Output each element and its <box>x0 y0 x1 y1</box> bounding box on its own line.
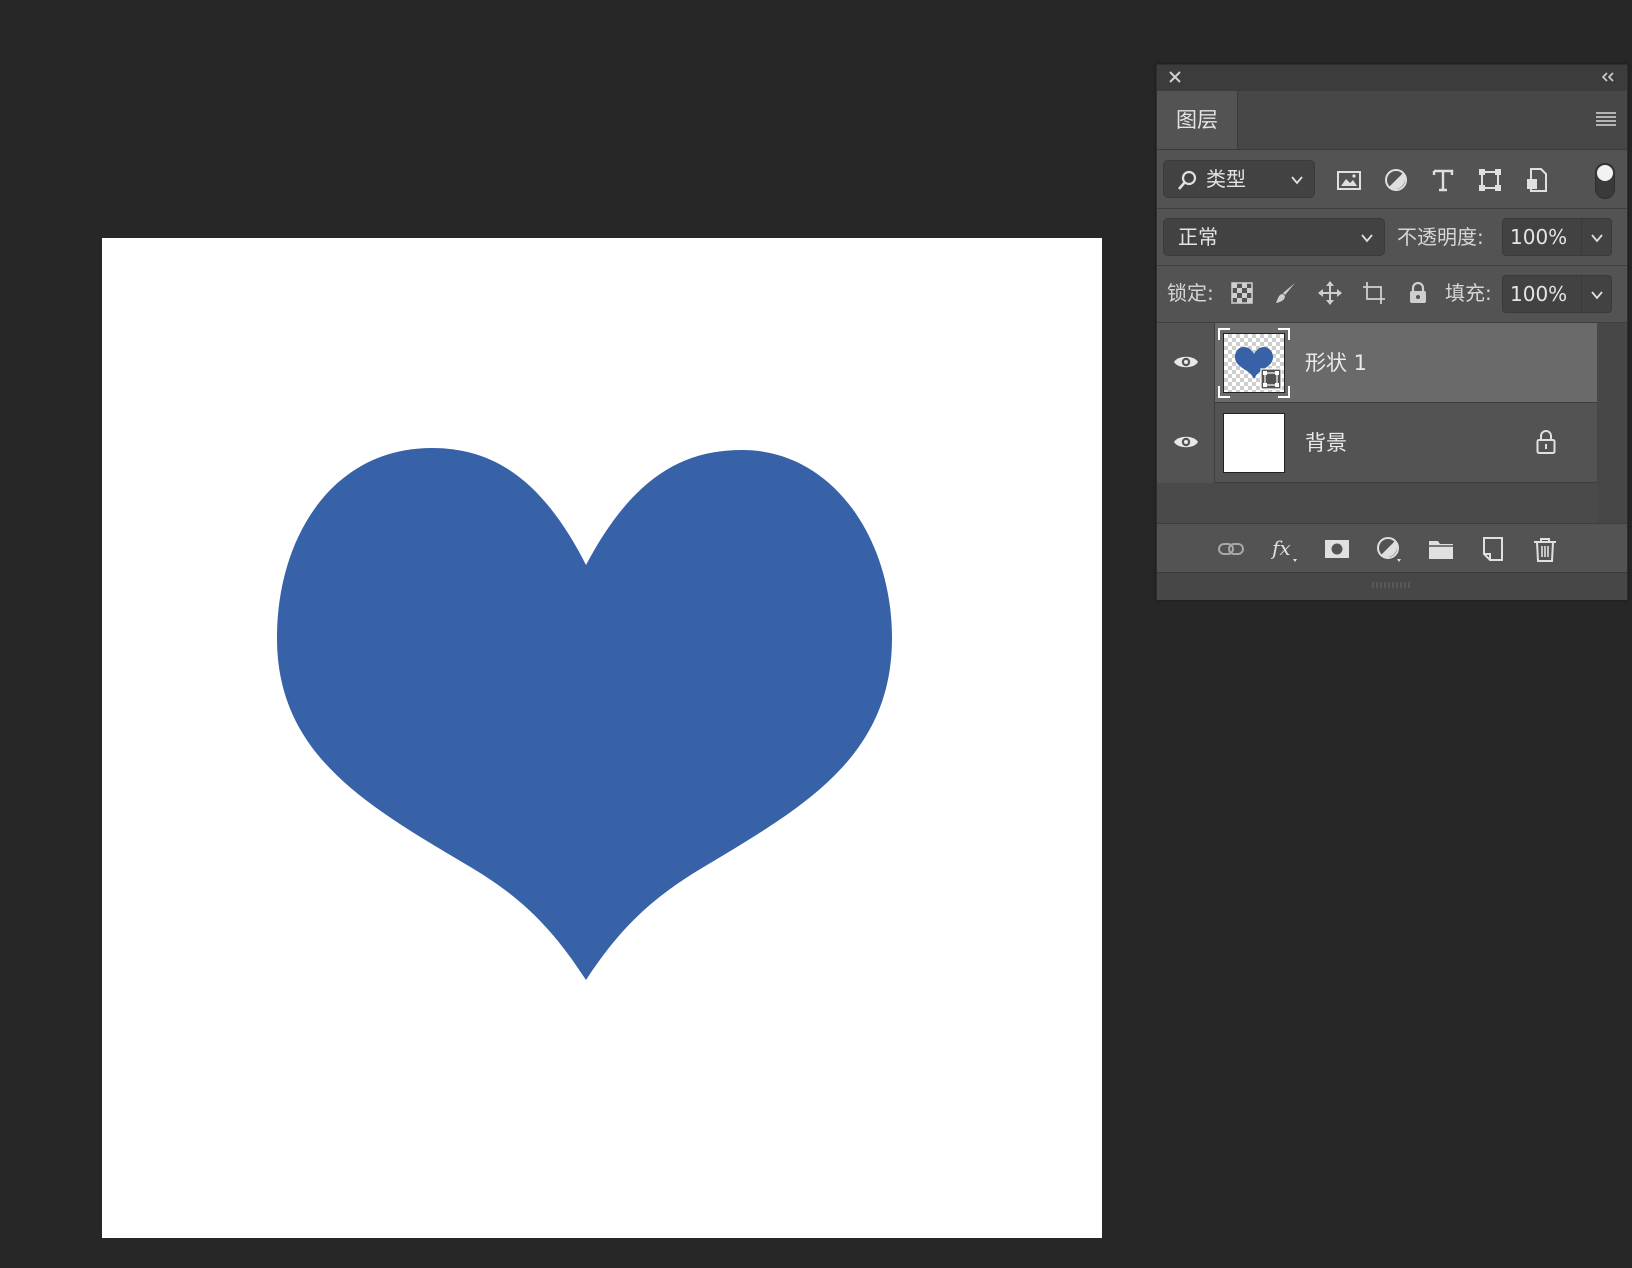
new-layer-icon[interactable] <box>1479 535 1507 563</box>
eye-icon <box>1174 356 1198 368</box>
grip-icon <box>1372 582 1410 588</box>
lock-position-icon[interactable] <box>1317 280 1343 306</box>
chevron-down-icon <box>1361 234 1373 243</box>
visibility-toggle[interactable] <box>1157 323 1215 403</box>
panel-menu-icon[interactable] <box>1595 110 1617 128</box>
filter-type-select[interactable]: 类型 <box>1163 160 1315 198</box>
selection-frame <box>1218 328 1290 398</box>
visibility-toggle[interactable] <box>1157 403 1215 483</box>
close-icon[interactable] <box>1167 69 1183 85</box>
eye-icon <box>1174 436 1198 448</box>
tab-layers[interactable]: 图层 <box>1157 91 1238 149</box>
blend-mode-select[interactable]: 正常 <box>1163 218 1385 256</box>
fill-label: 填充: <box>1445 281 1492 305</box>
heart-shape[interactable] <box>102 238 1102 1238</box>
fill-input[interactable]: 100% <box>1502 275 1582 313</box>
layers-panel: 图层 类型 正常 不透明度: 100% 锁定: 填充: 100% 形状 1 背景… <box>1156 64 1628 600</box>
document-canvas[interactable] <box>102 238 1102 1238</box>
lock-icon[interactable] <box>1535 429 1557 455</box>
adjustment-layer-icon[interactable] <box>1375 535 1403 563</box>
chevron-down-icon <box>1591 291 1603 300</box>
layer-list-scrollbar[interactable] <box>1597 323 1627 523</box>
panel-tab-row: 图层 <box>1157 91 1627 150</box>
lock-artboard-icon[interactable] <box>1361 280 1387 306</box>
layer-name[interactable]: 背景 <box>1305 403 1347 483</box>
filter-toggle[interactable] <box>1595 163 1615 199</box>
adjustment-filter-icon[interactable] <box>1382 166 1410 194</box>
fx-icon[interactable]: fx <box>1271 535 1299 563</box>
layer-list: 形状 1 背景 <box>1157 323 1627 523</box>
filter-row: 类型 <box>1157 150 1627 209</box>
layer-row-shape-1[interactable]: 形状 1 <box>1157 323 1597 403</box>
type-filter-icon[interactable] <box>1429 166 1457 194</box>
blend-row: 正常 不透明度: 100% <box>1157 209 1627 266</box>
lock-transparent-pixels-icon[interactable] <box>1229 280 1255 306</box>
fill-dropdown[interactable] <box>1582 275 1612 313</box>
panel-resize-handle[interactable] <box>1157 572 1627 600</box>
chevron-down-icon <box>1591 234 1603 243</box>
lock-image-pixels-icon[interactable] <box>1273 280 1299 306</box>
layer-name[interactable]: 形状 1 <box>1305 323 1367 403</box>
opacity-input[interactable]: 100% <box>1502 218 1582 256</box>
svg-text:fx: fx <box>1271 536 1291 560</box>
lock-all-icon[interactable] <box>1405 280 1431 306</box>
lock-label: 锁定: <box>1167 281 1214 305</box>
panel-titlebar <box>1157 65 1627 91</box>
toggle-knob <box>1597 165 1613 181</box>
layers-bottom-toolbar: fx <box>1157 523 1627 572</box>
smart-object-filter-icon[interactable] <box>1523 166 1551 194</box>
new-group-icon[interactable] <box>1427 535 1455 563</box>
add-mask-icon[interactable] <box>1323 535 1351 563</box>
layer-row-background[interactable]: 背景 <box>1157 403 1597 483</box>
image-filter-icon[interactable] <box>1335 166 1363 194</box>
search-icon <box>1178 170 1197 190</box>
filter-type-label: 类型 <box>1206 167 1246 191</box>
blend-mode-label: 正常 <box>1178 225 1218 249</box>
white-background-thumbnail[interactable] <box>1223 413 1285 473</box>
double-chevron-left-icon[interactable] <box>1599 70 1617 84</box>
opacity-label: 不透明度: <box>1397 225 1484 249</box>
lock-row: 锁定: 填充: 100% <box>1157 266 1627 323</box>
shape-filter-icon[interactable] <box>1476 166 1504 194</box>
opacity-dropdown[interactable] <box>1582 218 1612 256</box>
link-layers-icon[interactable] <box>1217 535 1245 563</box>
delete-icon[interactable] <box>1531 535 1559 563</box>
chevron-down-icon <box>1291 176 1303 185</box>
